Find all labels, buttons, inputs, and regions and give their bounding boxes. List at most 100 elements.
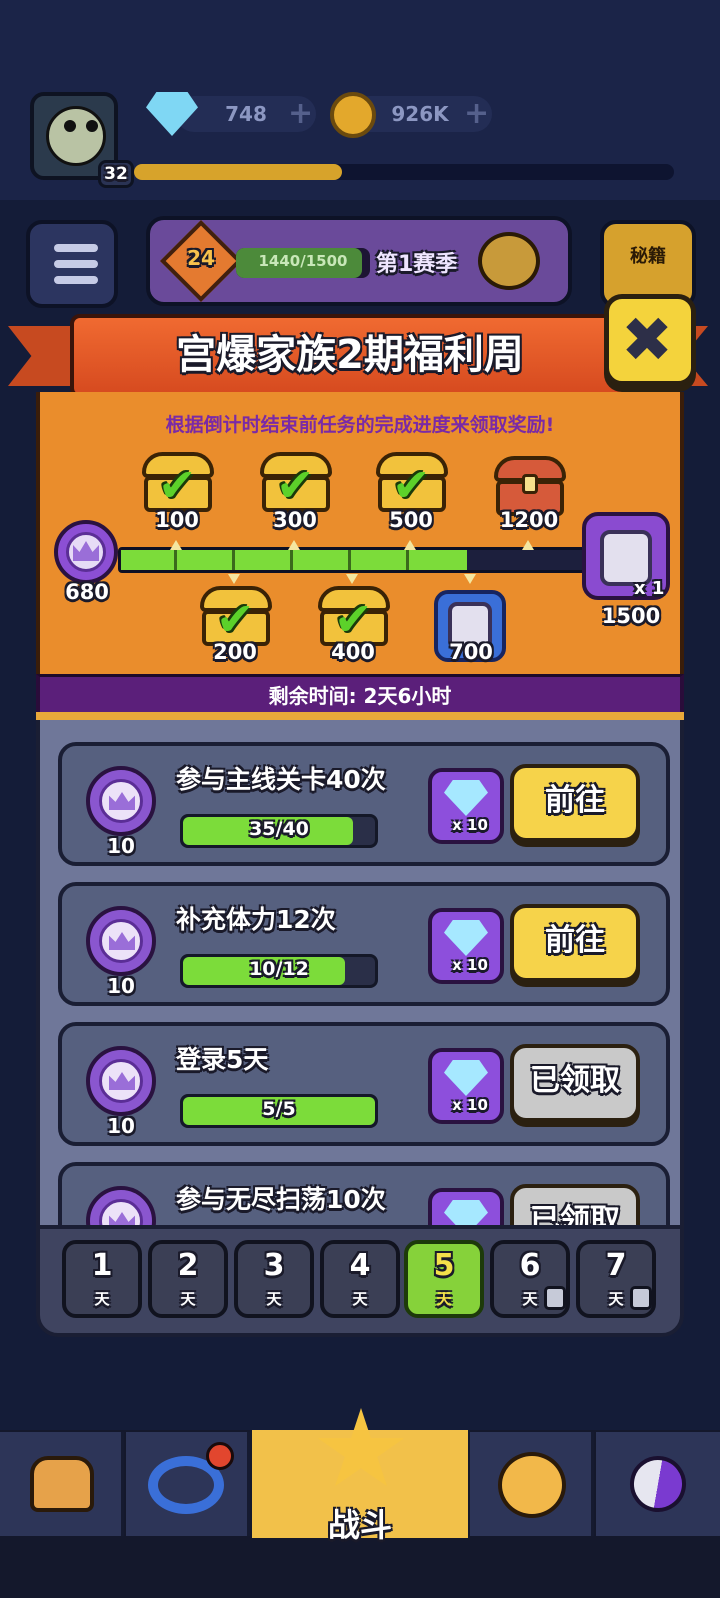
task-claimed-button[interactable]: 已领取 [510, 1184, 640, 1225]
skull-avatar-icon [46, 106, 106, 166]
diamond-reward-icon [444, 1060, 488, 1096]
menu-list-icon [54, 276, 98, 284]
task-points: 10 [107, 834, 135, 858]
task-title: 补充体力12次 [176, 905, 336, 934]
season-name: 第1赛季 [376, 252, 458, 277]
day-number: 6 [519, 1248, 541, 1283]
nav-battle-label: 战斗 [327, 1506, 392, 1544]
day-number: 2 [177, 1248, 199, 1283]
crown-badge-icon [73, 541, 99, 561]
avatar-eye [64, 120, 76, 132]
claimed-check-icon: ✔ [158, 458, 197, 512]
treasure-chest-icon[interactable]: ✔ [200, 586, 272, 646]
diamond-reward-icon [444, 1200, 488, 1225]
treasure-chest-icon[interactable]: ✔ [142, 452, 214, 512]
day-unit: 天 [266, 1290, 282, 1308]
day-tab-3[interactable]: 3天 [234, 1240, 314, 1318]
day-tab-5[interactable]: 5天 [404, 1240, 484, 1318]
diamond-reward-icon [444, 920, 488, 956]
task-reward-qty: x 10 [452, 956, 488, 974]
day-tab-7[interactable]: 7天 [576, 1240, 656, 1318]
task-points: 10 [107, 974, 135, 998]
add-coins-button[interactable]: + [464, 96, 489, 131]
task-progress-text: 35/40 [249, 818, 309, 840]
day-number: 3 [263, 1248, 285, 1283]
final-prize-qty: x 1 [634, 578, 665, 599]
day-tab-6[interactable]: 6天 [490, 1240, 570, 1318]
nav-equipment[interactable] [126, 1432, 250, 1536]
day-tab-1[interactable]: 1天 [62, 1240, 142, 1318]
track-segment [232, 550, 235, 570]
task-row: 10 登录5天 5/5 x 10 已领取 [58, 1022, 670, 1146]
crown-badge-icon [109, 1072, 135, 1090]
xp-bar-fill [134, 164, 342, 180]
task-go-button[interactable]: 前往 [510, 764, 640, 842]
task-points: 10 [107, 1114, 135, 1138]
treasure-chest-icon[interactable]: ✔ [376, 452, 448, 512]
panel-divider [36, 712, 684, 720]
treasure-chest-icon[interactable]: ✔ [260, 452, 332, 512]
task-reward [428, 1188, 504, 1225]
milestone-label: 400 [331, 640, 375, 664]
task-row: 10 参与主线关卡40次 35/40 x 10 前往 [58, 742, 670, 866]
task-go-button[interactable]: 前往 [510, 904, 640, 982]
close-button[interactable]: ✖ [604, 294, 696, 386]
lock-icon [630, 1286, 652, 1310]
add-gems-button[interactable]: + [288, 96, 313, 131]
season-progress-text: 1440/1500 [258, 252, 348, 270]
treasure-chest-icon[interactable] [494, 456, 566, 516]
season-wings-icon [478, 232, 540, 290]
modal-title: 宫爆家族2期福利周 [176, 332, 524, 378]
capsule-icon [619, 1445, 697, 1523]
day-number: 5 [433, 1248, 455, 1283]
crown-badge-icon [109, 792, 135, 810]
countdown-text: 剩余时间: 2天6小时 [268, 684, 452, 708]
milestone-label: 700 [449, 640, 493, 664]
task-reward: x 10 [428, 908, 504, 984]
crown-badge-icon [109, 932, 135, 950]
current-points-badge [54, 520, 118, 584]
day-number: 4 [349, 1248, 371, 1283]
task-reward: x 10 [428, 1048, 504, 1124]
milestone-label: 1200 [499, 508, 559, 532]
task-list[interactable]: 10 参与主线关卡40次 35/40 x 10 前往 10 补充体力12次 10… [36, 720, 684, 1225]
day-tab-2[interactable]: 2天 [148, 1240, 228, 1318]
shop-house-icon [30, 1456, 94, 1512]
chest-lock [522, 474, 538, 494]
nav-items[interactable] [596, 1432, 720, 1536]
track-segment [290, 550, 293, 570]
milestone-label: 100 [155, 508, 199, 532]
diamond-reward-icon [444, 780, 488, 816]
day-unit: 天 [352, 1290, 368, 1308]
menu-list-icon [54, 260, 98, 268]
claimed-check-icon: ✔ [216, 592, 255, 646]
coin-count: 926K [391, 102, 449, 126]
claimed-check-icon: ✔ [334, 592, 373, 646]
task-reward-qty: x 10 [452, 1096, 488, 1114]
task-progress-text: 5/5 [262, 1098, 296, 1120]
secret-guide-label: 秘籍 [630, 246, 666, 267]
menu-button[interactable] [26, 220, 118, 308]
nav-pets[interactable] [470, 1432, 594, 1536]
day-unit: 天 [94, 1290, 110, 1308]
task-claimed-button[interactable]: 已领取 [510, 1044, 640, 1122]
points-track-fill [121, 550, 467, 570]
crown-badge-icon [109, 1212, 135, 1225]
nav-shop[interactable] [0, 1432, 124, 1536]
treasure-chest-icon[interactable]: ✔ [318, 586, 390, 646]
avatar-eye [86, 120, 98, 132]
gem-count: 748 [225, 102, 267, 126]
milestone-label: 300 [273, 508, 317, 532]
menu-list-icon [54, 244, 98, 252]
day-unit: 天 [180, 1290, 196, 1308]
task-title: 参与无尽扫荡10次 [176, 1185, 386, 1214]
track-segment [348, 550, 351, 570]
chick-icon [498, 1452, 566, 1518]
season-level: 24 [187, 246, 215, 270]
modal-subtitle: 根据倒计时结束前任务的完成进度来领取奖励! [165, 414, 555, 436]
upgrade-alert-icon [206, 1442, 234, 1470]
task-reward: x 10 [428, 768, 504, 844]
milestone-label: 500 [389, 508, 433, 532]
task-progress-text: 10/12 [249, 958, 309, 980]
day-tab-4[interactable]: 4天 [320, 1240, 400, 1318]
